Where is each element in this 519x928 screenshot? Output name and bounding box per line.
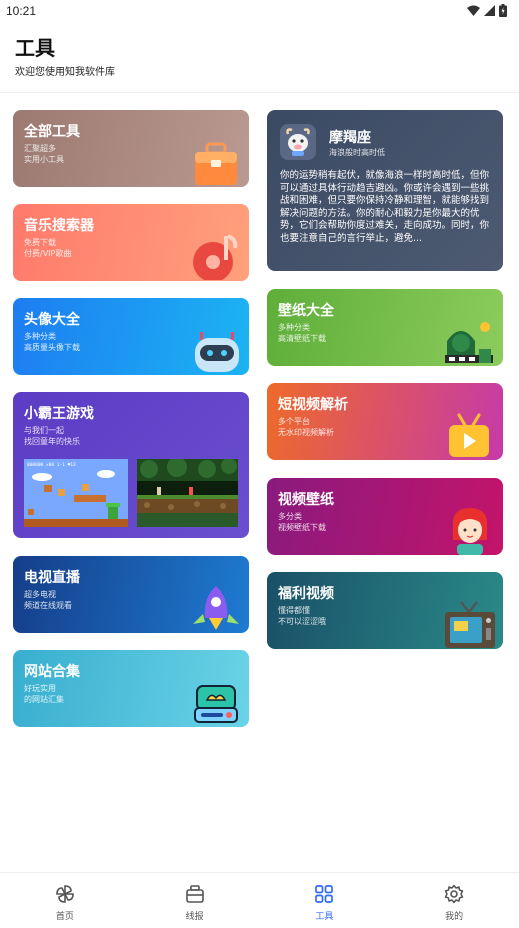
card-desc: 多种分类 高质量头像下载 [24, 332, 80, 352]
nav-home[interactable]: 首页 [0, 873, 130, 928]
card-title: 福利视频 [278, 586, 334, 602]
nav-news[interactable]: 线报 [130, 873, 260, 928]
nav-label: 工具 [315, 912, 334, 922]
page-title: 工具 [15, 36, 55, 60]
card-title: 全部工具 [24, 124, 80, 140]
short-video-card[interactable]: 短视频解析 多个平台 无水印视频解析 [267, 383, 503, 460]
nav-mine[interactable]: 我的 [389, 873, 519, 928]
horoscope-text: 你的运势稍有起伏，就像海浪一样时高时低，但你可以通过具体行动趋吉避凶。你或许会遇… [280, 170, 490, 244]
battery-icon [499, 4, 507, 17]
contra-screenshot [137, 459, 238, 527]
horoscope-subtitle: 海浪般时高时低 [329, 148, 385, 157]
toolbox-icon [195, 142, 237, 185]
horoscope-card[interactable]: 摩羯座 海浪般时高时低 你的运势稍有起伏，就像海浪一样时高时低，但你可以通过具体… [267, 110, 503, 271]
card-desc: 懂得都懂 不可以涩涩哦 [278, 606, 326, 626]
card-title: 壁纸大全 [278, 303, 334, 319]
card-title: 小霸王游戏 [24, 406, 94, 422]
status-bar: 10:21 [0, 0, 519, 24]
grid-icon [315, 885, 334, 903]
mario-screenshot: 000000 ✕00 1-1 ♥13 [24, 459, 128, 527]
nav-tools[interactable]: 工具 [260, 873, 390, 928]
tv-live-card[interactable]: 电视直播 超多电视 频道在线观看 [13, 556, 249, 633]
bottom-nav: 首页 线报 工具 我的 [0, 872, 519, 928]
card-desc: 多分类 视频壁纸下载 [278, 512, 326, 532]
retro-tv-icon [445, 601, 495, 648]
status-icons [467, 4, 507, 17]
card-desc: 与我们一起 找回童年的快乐 [24, 426, 80, 446]
card-title: 电视直播 [24, 570, 80, 586]
card-title: 网站合集 [24, 664, 80, 680]
card-title: 视频壁纸 [278, 492, 334, 508]
card-desc: 汇聚超多 实用小工具 [24, 144, 64, 164]
websites-card[interactable]: 网站合集 好玩实用 的网站汇集 [13, 650, 249, 727]
card-title: 音乐搜索器 [24, 218, 94, 234]
nav-label: 首页 [55, 912, 74, 922]
card-title: 头像大全 [24, 312, 80, 328]
capricorn-avatar-icon [280, 124, 316, 160]
nav-label: 我的 [445, 912, 464, 922]
game-score-text: 000000 ✕00 1-1 ♥13 [27, 462, 76, 468]
welfare-video-card[interactable]: 福利视频 懂得都懂 不可以涩涩哦 [267, 572, 503, 649]
storage-drive-icon [194, 685, 238, 723]
music-note-icon [193, 234, 238, 280]
wallpaper-card[interactable]: 壁纸大全 多种分类 高清壁纸下载 [267, 289, 503, 366]
card-desc: 超多电视 频道在线观看 [24, 590, 72, 610]
avatar-card[interactable]: 头像大全 多种分类 高质量头像下载 [13, 298, 249, 375]
card-desc: 多种分类 高清壁纸下载 [278, 323, 326, 343]
page-subtitle: 欢迎您使用知我软件库 [15, 67, 115, 78]
robot-icon [195, 332, 239, 372]
signal-icon [484, 5, 495, 16]
video-play-icon [449, 413, 489, 457]
nav-label: 线报 [185, 912, 204, 922]
status-time: 10:21 [6, 4, 37, 18]
rocket-icon [193, 586, 239, 630]
card-title: 短视频解析 [278, 397, 348, 413]
nes-games-card[interactable]: 小霸王游戏 与我们一起 找回童年的快乐 000000 ✕00 1-1 ♥13 [13, 392, 249, 538]
landscape-picture-icon [445, 322, 493, 363]
girl-avatar-icon [452, 508, 488, 555]
all-tools-card[interactable]: 全部工具 汇聚超多 实用小工具 [13, 110, 249, 187]
pinwheel-icon [56, 885, 74, 903]
header-divider [0, 92, 519, 93]
card-desc: 免费下载 付费/VIP歌曲 [24, 238, 72, 258]
music-search-card[interactable]: 音乐搜索器 免费下载 付费/VIP歌曲 [13, 204, 249, 281]
card-desc: 好玩实用 的网站汇集 [24, 684, 64, 704]
horoscope-title: 摩羯座 [329, 130, 371, 146]
gear-icon [444, 884, 464, 904]
wifi-icon [467, 5, 480, 16]
video-wallpaper-card[interactable]: 视频壁纸 多分类 视频壁纸下载 [267, 478, 503, 555]
card-desc: 多个平台 无水印视频解析 [278, 417, 334, 437]
briefcase-icon [185, 885, 204, 903]
